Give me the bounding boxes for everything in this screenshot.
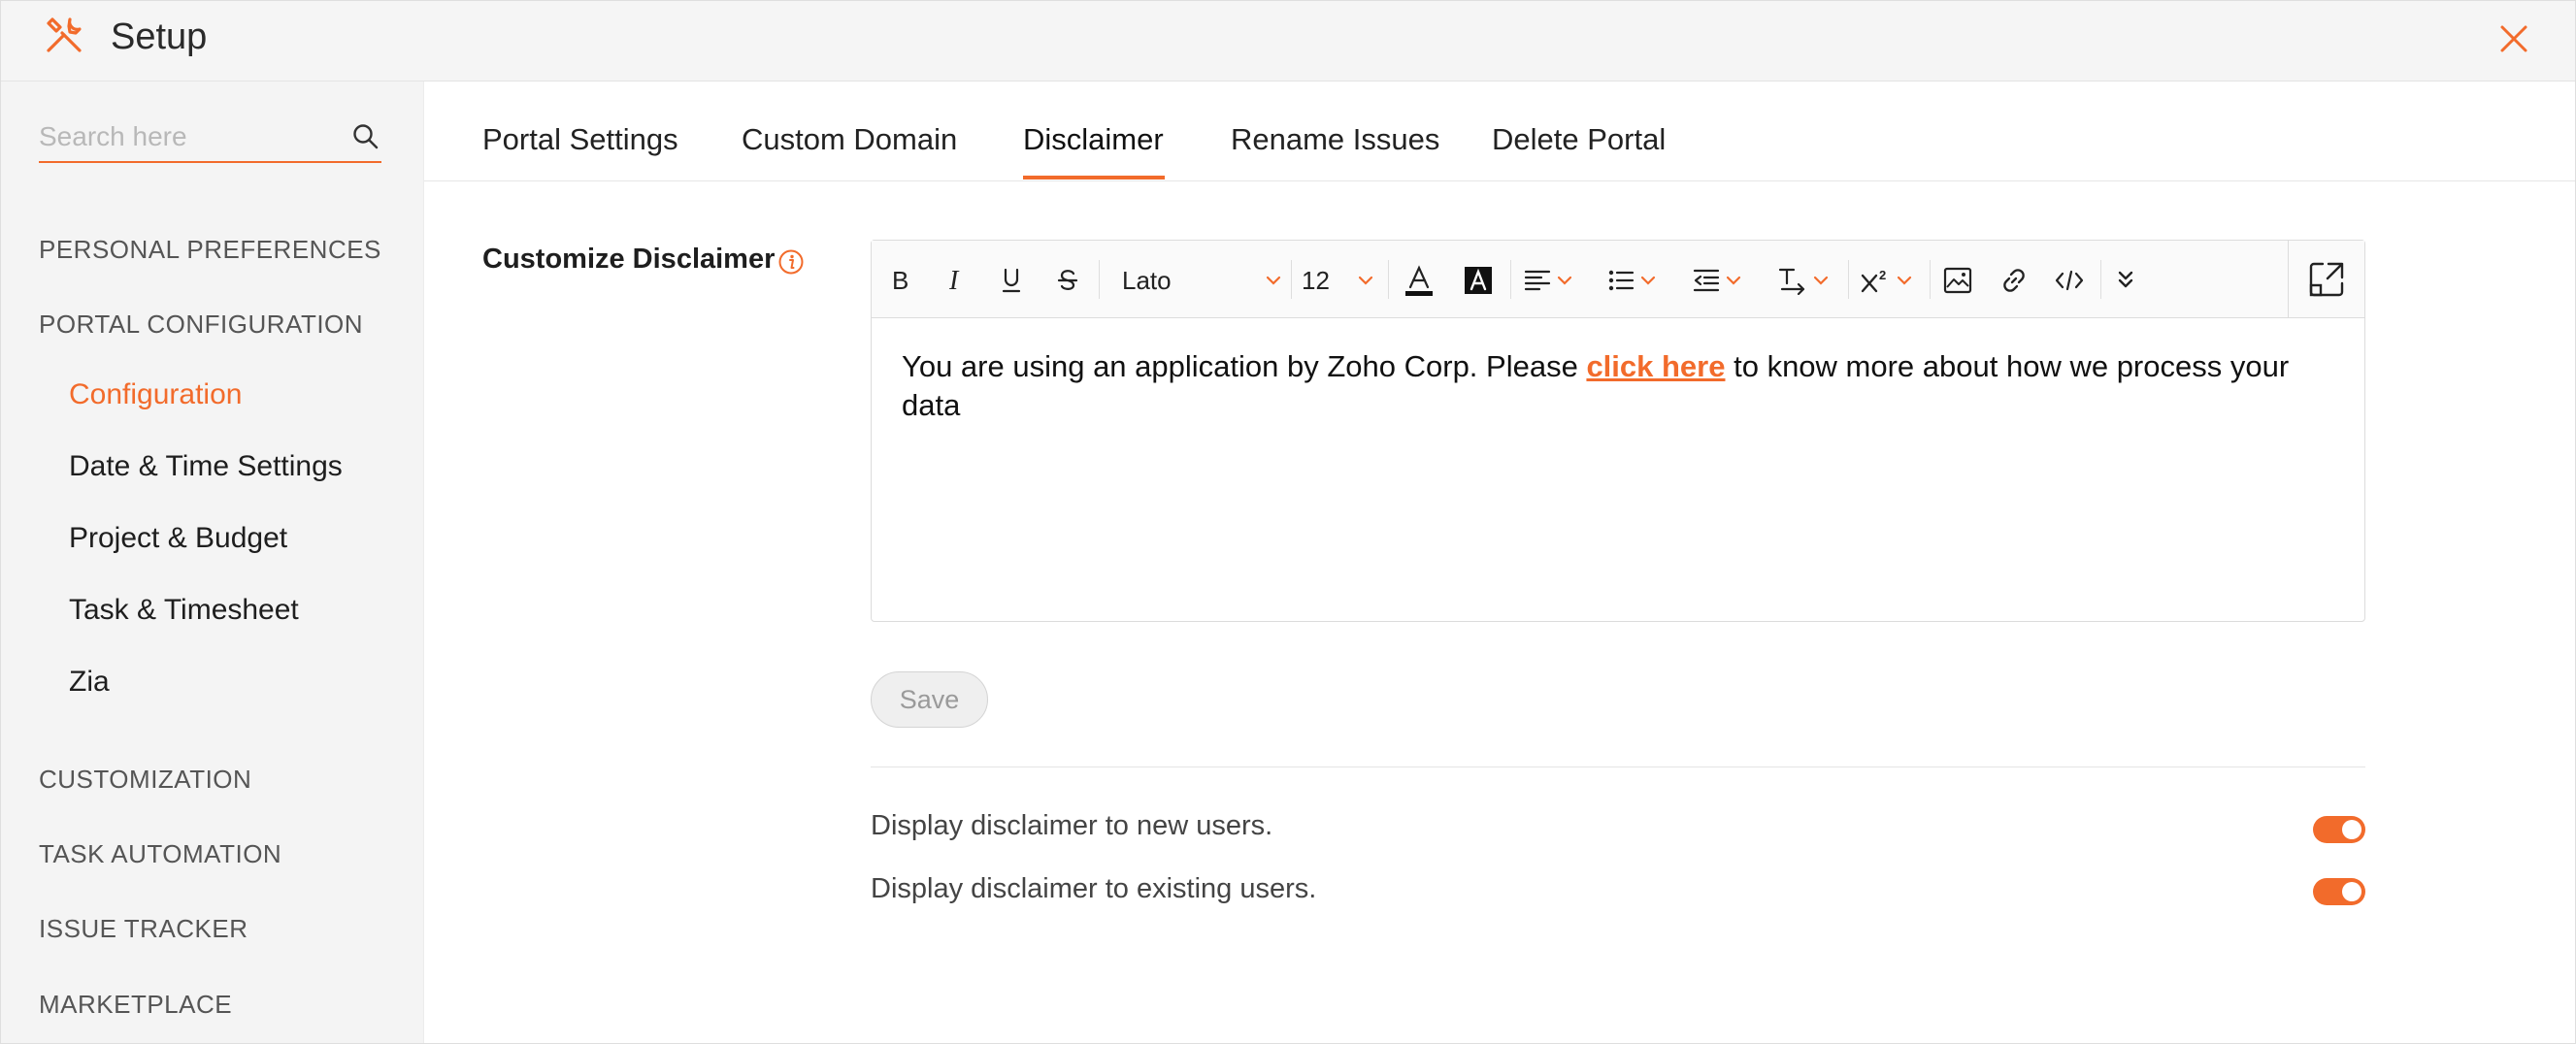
sidebar-item-configuration[interactable]: Configuration xyxy=(69,378,242,411)
sidebar-section-marketplace[interactable]: MARKETPLACE xyxy=(39,990,232,1020)
sidebar-section-task-automation[interactable]: TASK AUTOMATION xyxy=(39,839,281,869)
underline-icon xyxy=(1002,268,1021,293)
insert-link-button[interactable] xyxy=(1999,264,2029,297)
more-icon xyxy=(2118,271,2133,288)
page-title: Setup xyxy=(111,16,208,57)
chevron-down-icon xyxy=(1358,276,1373,285)
sidebar-section-customization[interactable]: CUSTOMIZATION xyxy=(39,765,251,795)
tab-delete-portal[interactable]: Delete Portal xyxy=(1492,122,1666,157)
new-users-toggle[interactable] xyxy=(2313,816,2365,843)
sidebar-item-zia[interactable]: Zia xyxy=(69,666,110,699)
tab-disclaimer[interactable]: Disclaimer xyxy=(1023,122,1164,157)
align-icon xyxy=(1524,270,1551,291)
strikethrough-button[interactable] xyxy=(1056,264,1079,297)
sidebar-item-task-timesheet[interactable]: Task & Timesheet xyxy=(69,594,299,627)
font-color-icon xyxy=(1405,265,1433,296)
existing-users-toggle[interactable] xyxy=(2313,878,2365,905)
link-icon xyxy=(2003,269,2025,292)
editor-toolbar: B I Lato 12 2 xyxy=(872,241,2364,318)
list-icon xyxy=(1608,270,1635,291)
italic-icon: I xyxy=(948,266,960,295)
sidebar: PERSONAL PREFERENCES PORTAL CONFIGURATIO… xyxy=(0,82,424,1044)
sidebar-item-date-time-settings[interactable]: Date & Time Settings xyxy=(69,450,343,483)
indent-button[interactable] xyxy=(1693,264,1741,297)
code-button[interactable] xyxy=(2054,264,2085,297)
disclaimer-editor: B I Lato 12 2 You are using an applicati… xyxy=(871,240,2365,622)
font-size-select[interactable]: 12 xyxy=(1302,264,1373,297)
disclaimer-text-start: You are using an application by Zoho Cor… xyxy=(902,349,1587,383)
indent-icon xyxy=(1693,269,1720,292)
font-family-select[interactable]: Lato xyxy=(1122,264,1281,297)
tools-icon xyxy=(47,17,82,52)
expand-icon xyxy=(2309,262,2344,297)
superscript-button[interactable]: 2 xyxy=(1860,264,1912,297)
save-button[interactable]: Save xyxy=(871,671,988,728)
search-input[interactable] xyxy=(39,114,330,159)
svg-text:B: B xyxy=(892,266,908,295)
chevron-down-icon xyxy=(1557,276,1572,285)
tab-bar: Portal Settings Custom Domain Disclaimer… xyxy=(424,82,2576,181)
existing-users-option-label: Display disclaimer to existing users. xyxy=(871,873,1317,904)
customize-disclaimer-label: Customize Disclaimer xyxy=(482,244,776,275)
list-button[interactable] xyxy=(1607,264,1656,297)
chevron-down-icon xyxy=(1897,276,1912,285)
bold-button[interactable]: B xyxy=(889,264,910,297)
font-color-button[interactable] xyxy=(1402,264,1437,297)
underline-button[interactable] xyxy=(1000,264,1023,297)
italic-button[interactable]: I xyxy=(945,264,967,297)
editor-content[interactable]: You are using an application by Zoho Cor… xyxy=(902,347,2328,425)
sidebar-section-issue-tracker[interactable]: ISSUE TRACKER xyxy=(39,914,248,944)
tab-portal-settings[interactable]: Portal Settings xyxy=(482,122,678,157)
sidebar-section-personal-preferences[interactable]: PERSONAL PREFERENCES xyxy=(39,235,381,265)
tab-rename-issues[interactable]: Rename Issues xyxy=(1231,122,1439,157)
chevron-down-icon xyxy=(1726,276,1741,285)
font-family-value: Lato xyxy=(1122,265,1172,295)
bold-icon: B xyxy=(892,266,908,295)
tab-custom-domain[interactable]: Custom Domain xyxy=(742,122,957,157)
new-users-option-label: Display disclaimer to new users. xyxy=(871,810,1273,841)
chevron-down-icon xyxy=(1266,276,1281,285)
app-header: Setup xyxy=(0,0,2576,82)
expand-editor-button[interactable] xyxy=(2288,241,2364,318)
text-direction-button[interactable] xyxy=(1778,264,1829,297)
active-tab-indicator xyxy=(1023,176,1165,179)
text-direction-icon xyxy=(1778,268,1805,295)
highlight-icon xyxy=(1465,267,1492,294)
insert-image-button[interactable] xyxy=(1943,264,1972,297)
align-button[interactable] xyxy=(1524,264,1572,297)
search-icon[interactable] xyxy=(351,122,380,151)
info-icon[interactable] xyxy=(777,248,805,276)
chevron-down-icon xyxy=(1813,276,1829,285)
superscript-icon: 2 xyxy=(1861,268,1886,293)
font-size-value: 12 xyxy=(1302,265,1330,295)
code-icon xyxy=(2055,270,2084,291)
close-icon[interactable] xyxy=(2494,19,2533,58)
svg-text:I: I xyxy=(948,266,960,295)
toggle-knob xyxy=(2342,820,2361,839)
sidebar-item-project-budget[interactable]: Project & Budget xyxy=(69,522,287,555)
disclaimer-link[interactable]: click here xyxy=(1586,349,1725,383)
strikethrough-icon xyxy=(1057,270,1078,290)
svg-text:2: 2 xyxy=(1879,268,1886,282)
more-options-button[interactable] xyxy=(2114,264,2137,297)
search-box xyxy=(39,114,381,163)
highlight-button[interactable] xyxy=(1464,264,1493,297)
sidebar-section-portal-configuration[interactable]: PORTAL CONFIGURATION xyxy=(39,310,363,340)
image-icon xyxy=(1943,267,1972,294)
chevron-down-icon xyxy=(1640,276,1656,285)
toggle-knob xyxy=(2342,882,2361,901)
